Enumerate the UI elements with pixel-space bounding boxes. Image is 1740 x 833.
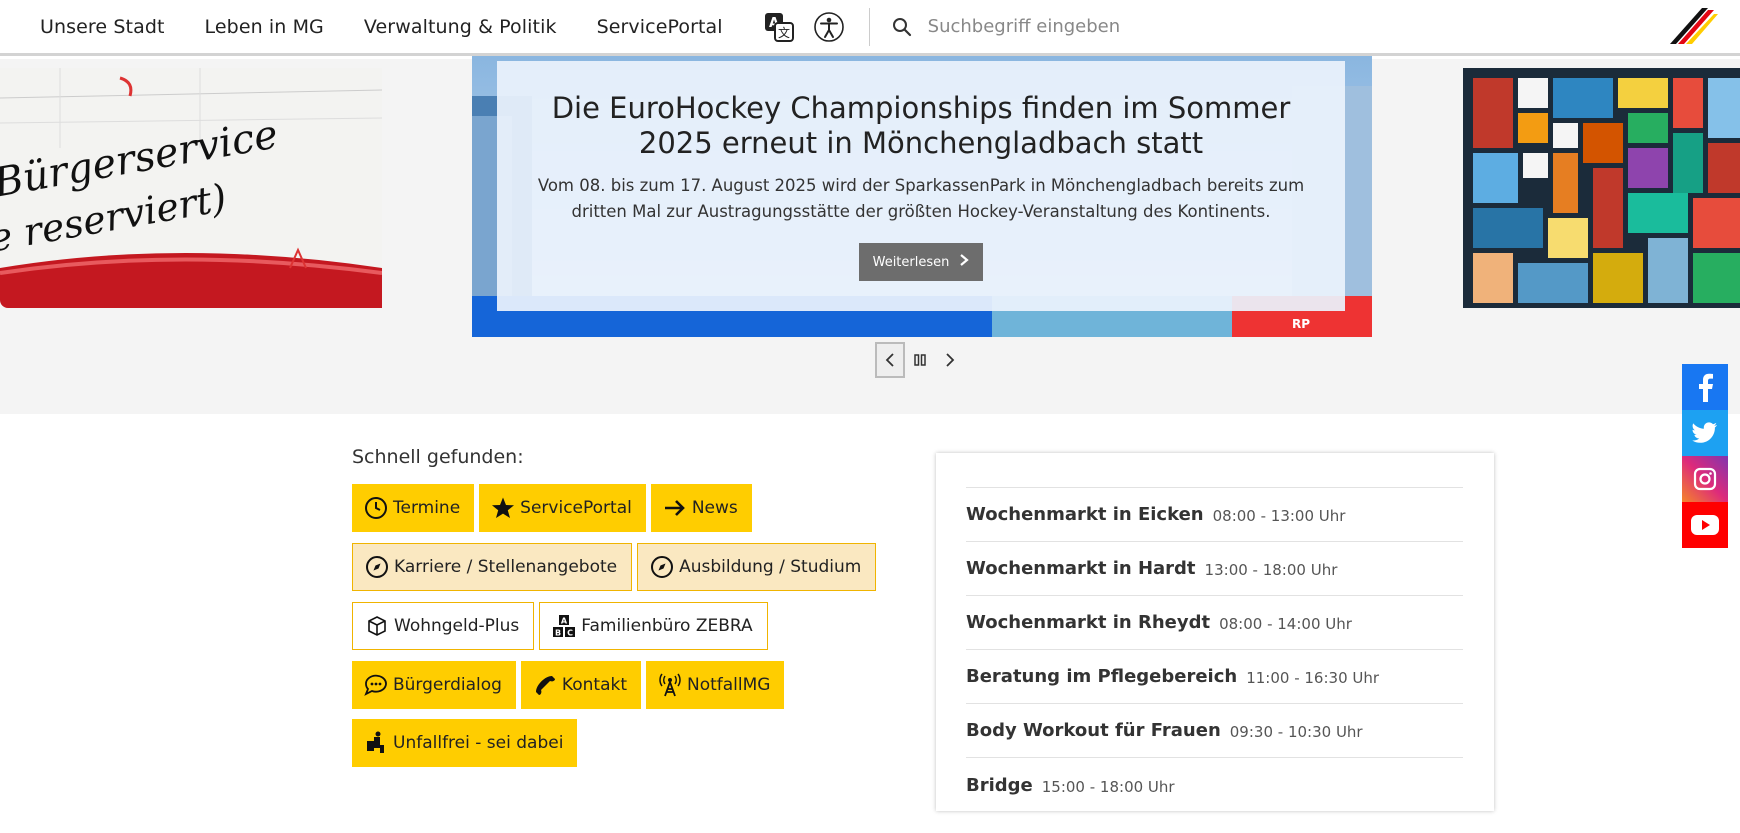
quick-links-row-3: Wohngeld-Plus ABC Familienbüro ZEBRA <box>352 602 773 650</box>
svg-text:C: C <box>567 629 573 638</box>
quick-notfallmg-button[interactable]: NotfallMG <box>646 661 785 709</box>
chat-icon <box>363 672 389 698</box>
quick-ausbildung-button[interactable]: Ausbildung / Studium <box>637 543 877 591</box>
instagram-icon[interactable] <box>1682 456 1728 502</box>
hero-slider: Bürgerservice e reserviert) RP Die EuroH… <box>0 56 1740 414</box>
quick-karriere-button[interactable]: Karriere / Stellenangebote <box>352 543 633 591</box>
read-more-label: Weiterlesen <box>872 254 950 270</box>
quick-unfallfrei-label: Unfallfrei - sei dabei <box>393 733 564 753</box>
site-header: Unsere Stadt Leben in MG Verwaltung & Po… <box>0 0 1740 56</box>
slide-title[interactable]: Die EuroHockey Championships finden im S… <box>497 91 1345 161</box>
event-name: Beratung im Pflegebereich <box>966 666 1238 687</box>
quick-wohngeld-button[interactable]: Wohngeld-Plus <box>352 602 535 650</box>
quick-kontakt-label: Kontakt <box>561 675 627 695</box>
social-links <box>1682 364 1728 548</box>
quick-karriere-label: Karriere / Stellenangebote <box>394 557 618 577</box>
phone-icon <box>532 672 558 698</box>
slide-previous-image[interactable]: Bürgerservice e reserviert) <box>0 68 382 308</box>
event-name: Bridge <box>966 774 1033 796</box>
quick-news-label: News <box>691 498 738 518</box>
quick-buergerdialog-label: Bürgerdialog <box>393 675 502 695</box>
list-item[interactable]: Wochenmarkt in Hardt 13:00 - 18:00 Uhr <box>966 542 1463 596</box>
slider-prev-button[interactable] <box>875 342 905 378</box>
quick-links-title: Schnell gefunden: <box>352 446 524 468</box>
event-name: Body Workout für Frauen <box>966 720 1221 741</box>
event-time: 09:30 - 10:30 Uhr <box>1229 723 1363 741</box>
star-icon <box>490 495 516 521</box>
youtube-icon[interactable] <box>1682 502 1728 548</box>
slider-controls <box>875 342 965 378</box>
list-item[interactable]: Body Workout für Frauen 09:30 - 10:30 Uh… <box>966 704 1463 758</box>
nav-unsere-stadt[interactable]: Unsere Stadt <box>40 16 165 38</box>
blocks-icon: ABC <box>551 613 577 639</box>
compass-icon <box>649 554 675 580</box>
event-list: Wochenmarkt in Eicken 08:00 - 13:00 Uhr … <box>966 487 1463 812</box>
slide-next-image[interactable] <box>1463 68 1740 308</box>
quick-wohngeld-label: Wohngeld-Plus <box>394 616 520 636</box>
event-time: 08:00 - 13:00 Uhr <box>1212 507 1346 525</box>
chevron-right-icon <box>959 254 970 270</box>
quick-serviceportal-label: ServicePortal <box>520 498 632 518</box>
slide-caption: Die EuroHockey Championships finden im S… <box>497 61 1345 311</box>
quick-ausbildung-label: Ausbildung / Studium <box>679 557 862 577</box>
facebook-icon[interactable] <box>1682 364 1728 410</box>
event-time: 15:00 - 18:00 Uhr <box>1041 777 1175 796</box>
quick-links-row-1: Termine ServicePortal News <box>352 484 757 532</box>
list-item[interactable]: Wochenmarkt in Eicken 08:00 - 13:00 Uhr <box>966 488 1463 542</box>
antenna-icon <box>657 672 683 698</box>
quick-links-row-4: Bürgerdialog Kontakt NotfallMG <box>352 661 789 709</box>
quick-unfallfrei-button[interactable]: Unfallfrei - sei dabei <box>352 719 578 767</box>
quick-buergerdialog-button[interactable]: Bürgerdialog <box>352 661 516 709</box>
translate-icon[interactable]: A 文 <box>763 11 795 43</box>
compass-icon <box>364 554 390 580</box>
list-item[interactable]: Bridge 15:00 - 18:00 Uhr <box>966 758 1463 812</box>
twitter-icon[interactable] <box>1682 410 1728 456</box>
search-icon[interactable] <box>892 16 914 38</box>
slide-current: RP Die EuroHockey Championships finden i… <box>472 56 1372 337</box>
read-more-button[interactable]: Weiterlesen <box>858 243 984 281</box>
events-panel: Wochenmarkt in Eicken 08:00 - 13:00 Uhr … <box>936 453 1494 811</box>
nav-serviceportal[interactable]: ServicePortal <box>597 16 723 38</box>
slider-pause-button[interactable] <box>905 342 935 378</box>
person-icon <box>363 730 389 756</box>
quick-news-button[interactable]: News <box>650 484 752 532</box>
event-time: 08:00 - 14:00 Uhr <box>1219 615 1352 633</box>
search-bar <box>892 16 1228 38</box>
arrow-right-icon <box>662 495 688 521</box>
accessibility-icon[interactable] <box>813 11 845 43</box>
banner-logo-text: RP <box>1292 317 1310 331</box>
nav-verwaltung-politik[interactable]: Verwaltung & Politik <box>364 16 557 38</box>
quick-termine-label: Termine <box>393 498 461 518</box>
quick-links-row-5: Unfallfrei - sei dabei <box>352 719 582 767</box>
nav-leben-in-mg[interactable]: Leben in MG <box>205 16 324 38</box>
svg-text:B: B <box>555 629 561 638</box>
event-time: 13:00 - 18:00 Uhr <box>1204 561 1338 579</box>
event-name: Wochenmarkt in Hardt <box>966 558 1196 579</box>
svg-text:A: A <box>561 617 568 626</box>
quick-links-row-2: Karriere / Stellenangebote Ausbildung / … <box>352 543 881 591</box>
event-time: 11:00 - 16:30 Uhr <box>1246 669 1380 687</box>
event-name: Wochenmarkt in Eicken <box>966 504 1204 525</box>
cube-icon <box>364 613 390 639</box>
quick-familienbuero-button[interactable]: ABC Familienbüro ZEBRA <box>539 602 768 650</box>
slider-next-button[interactable] <box>935 342 965 378</box>
quick-notfallmg-label: NotfallMG <box>687 675 771 695</box>
city-logo[interactable] <box>1668 6 1718 46</box>
clock-icon <box>363 495 389 521</box>
quick-kontakt-button[interactable]: Kontakt <box>520 661 641 709</box>
search-input[interactable] <box>927 16 1228 37</box>
svg-text:文: 文 <box>778 25 790 40</box>
main-nav: Unsere Stadt Leben in MG Verwaltung & Po… <box>0 0 763 53</box>
quick-familienbuero-label: Familienbüro ZEBRA <box>581 616 753 636</box>
header-divider <box>868 7 870 46</box>
quick-termine-button[interactable]: Termine <box>352 484 475 532</box>
list-item[interactable]: Wochenmarkt in Rheydt 08:00 - 14:00 Uhr <box>966 596 1463 650</box>
quick-serviceportal-button[interactable]: ServicePortal <box>479 484 646 532</box>
event-name: Wochenmarkt in Rheydt <box>966 612 1211 633</box>
list-item[interactable]: Beratung im Pflegebereich 11:00 - 16:30 … <box>966 650 1463 704</box>
slide-text: Vom 08. bis zum 17. August 2025 wird der… <box>537 176 1305 221</box>
